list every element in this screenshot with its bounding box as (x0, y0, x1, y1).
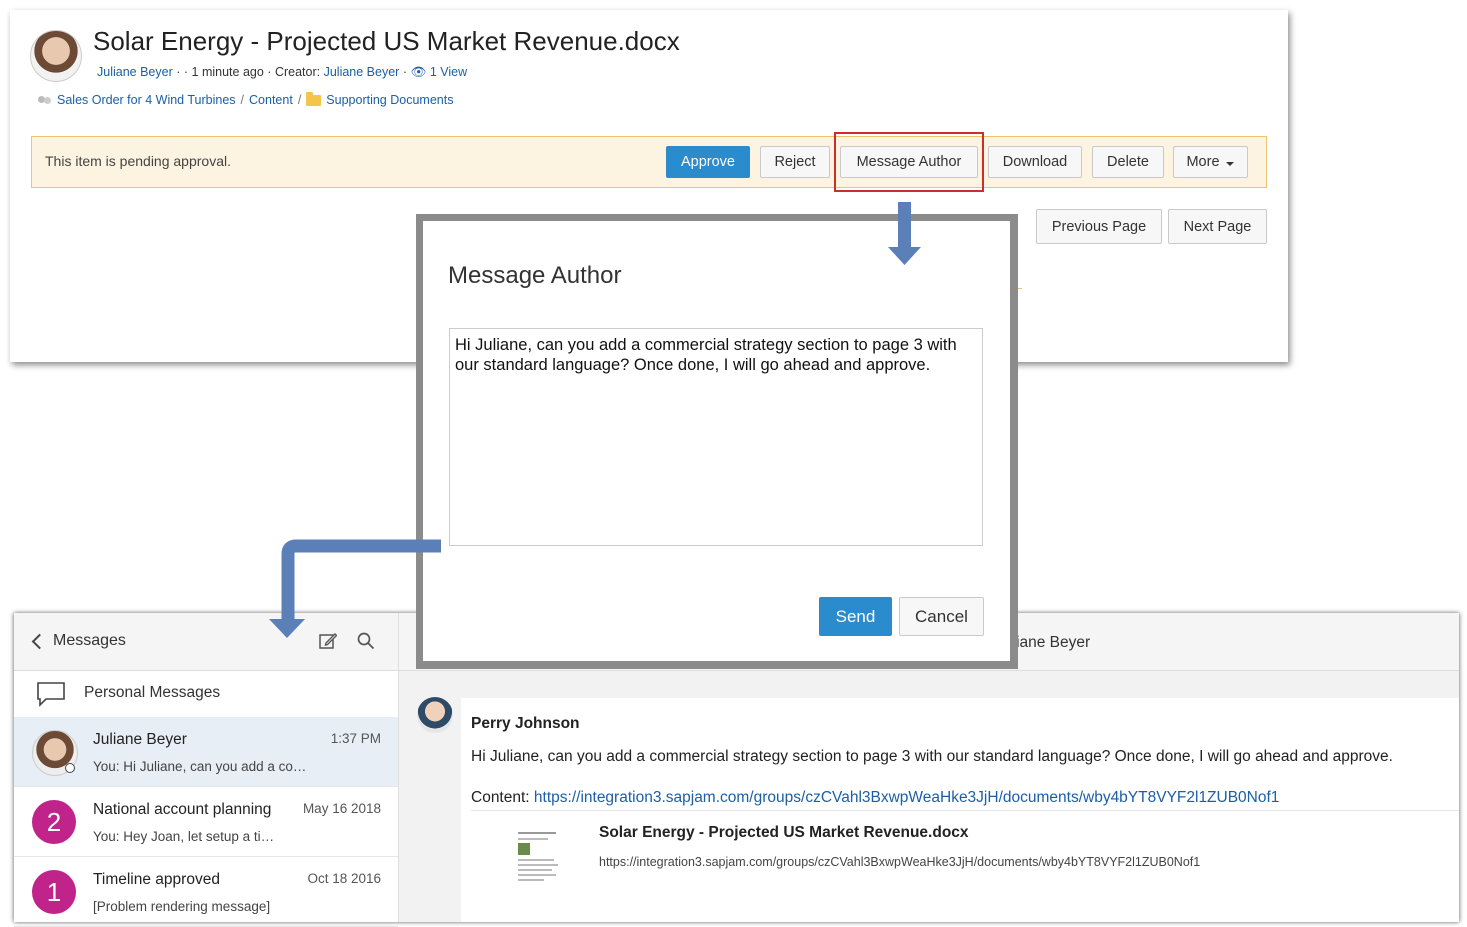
approve-button[interactable]: Approve (666, 146, 750, 178)
document-title: Solar Energy - Projected US Market Reven… (93, 26, 680, 56)
attachment-card[interactable]: Solar Energy - Projected US Market Reven… (471, 810, 1459, 911)
conversation-item[interactable]: Juliane Beyer 1:37 PM You: Hi Juliane, c… (14, 717, 398, 787)
conversation-snippet: You: Hi Juliane, can you add a co… (93, 759, 307, 774)
reject-button[interactable]: Reject (760, 146, 830, 178)
message-card: Perry Johnson Hi Juliane, can you add a … (461, 698, 1459, 922)
compose-icon[interactable] (319, 632, 337, 650)
more-button[interactable]: More (1173, 146, 1248, 178)
author-avatar[interactable] (30, 30, 82, 82)
breadcrumb-separator: / (297, 93, 302, 107)
next-page-button[interactable]: Next Page (1168, 209, 1267, 244)
content-line: Content: https://integration3.sapjam.com… (471, 789, 1279, 807)
more-label: More (1186, 154, 1220, 170)
messages-label: Messages (53, 632, 126, 649)
personal-messages-label: Personal Messages (84, 684, 221, 701)
search-icon[interactable] (357, 632, 375, 650)
chevron-left-icon (31, 633, 48, 649)
content-label: Content: (471, 789, 530, 806)
conversation-item[interactable]: 1 Timeline approved Oct 18 2016 [Problem… (14, 857, 398, 927)
personal-messages-row[interactable]: Personal Messages (14, 670, 398, 718)
attachment-title[interactable]: Solar Energy - Projected US Market Reven… (599, 824, 969, 842)
conversation-item[interactable]: 2 National account planning May 16 2018 … (14, 787, 398, 857)
conversation-list: Messages Personal Messages Juliane Beyer… (14, 613, 399, 927)
send-button[interactable]: Send (819, 597, 892, 636)
back-button[interactable]: Messages (31, 632, 126, 650)
document-thumbnail (516, 829, 560, 885)
conversation-snippet: [Problem rendering message] (93, 899, 271, 914)
conversation-time: Oct 18 2016 (307, 871, 381, 886)
breadcrumb-folder[interactable]: Supporting Documents (326, 93, 453, 107)
breadcrumb-separator: / (240, 93, 245, 107)
people-icon (38, 95, 52, 105)
meta-separator: · (402, 65, 407, 79)
conversation-name: Timeline approved (93, 871, 220, 888)
messages-header: Messages (14, 613, 398, 671)
creator-link[interactable]: Juliane Beyer (324, 65, 400, 79)
conversation-name: Juliane Beyer (93, 731, 187, 748)
pending-approval-text: This item is pending approval. (45, 153, 231, 169)
author-link[interactable]: Juliane Beyer (97, 65, 173, 79)
conversation-time: May 16 2018 (302, 801, 381, 816)
time-ago: 1 minute ago (191, 65, 264, 79)
meta-separator: · (267, 65, 272, 79)
message-author-dialog: Message Author Hi Juliane, can you add a… (423, 221, 1010, 661)
download-button[interactable]: Download (988, 146, 1082, 178)
conversation-name: National account planning (93, 801, 272, 818)
breadcrumb-group[interactable]: Sales Order for 4 Wind Turbines (57, 93, 236, 107)
views-count: 1 View (429, 65, 468, 79)
creator-label: Creator: (274, 65, 321, 79)
delete-button[interactable]: Delete (1092, 146, 1164, 178)
previous-page-button[interactable]: Previous Page (1036, 209, 1162, 244)
document-meta: Juliane Beyer · · 1 minute ago · Creator… (97, 65, 467, 80)
thread-body: Perry Johnson Hi Juliane, can you add a … (399, 671, 1459, 922)
breadcrumb: Sales Order for 4 Wind Turbines / Conten… (38, 91, 453, 107)
breadcrumb-content[interactable]: Content (249, 93, 293, 107)
sender-avatar[interactable] (417, 697, 453, 733)
content-link[interactable]: https://integration3.sapjam.com/groups/c… (534, 789, 1280, 806)
chat-bubble-icon (37, 682, 65, 707)
views-link[interactable]: 👁 1 View (410, 65, 467, 79)
conversation-snippet: You: Hey Joan, let setup a ti… (93, 829, 275, 844)
eye-icon: 👁 (410, 65, 427, 79)
unread-badge: 1 (32, 870, 76, 914)
presence-indicator (65, 763, 75, 773)
unread-badge: 2 (32, 800, 76, 844)
attachment-url: https://integration3.sapjam.com/groups/c… (599, 855, 1201, 869)
highlight-box (834, 132, 984, 192)
meta-separator: · · (176, 65, 189, 79)
dialog-title: Message Author (448, 262, 622, 289)
sender-name[interactable]: Perry Johnson (471, 715, 580, 733)
message-text: Hi Juliane, can you add a commercial str… (471, 748, 1393, 765)
cancel-button[interactable]: Cancel (899, 597, 984, 636)
chevron-down-icon (1225, 161, 1234, 166)
conversation-time: 1:37 PM (330, 731, 381, 746)
message-textarea[interactable]: Hi Juliane, can you add a commercial str… (449, 328, 983, 546)
folder-icon (306, 91, 322, 106)
